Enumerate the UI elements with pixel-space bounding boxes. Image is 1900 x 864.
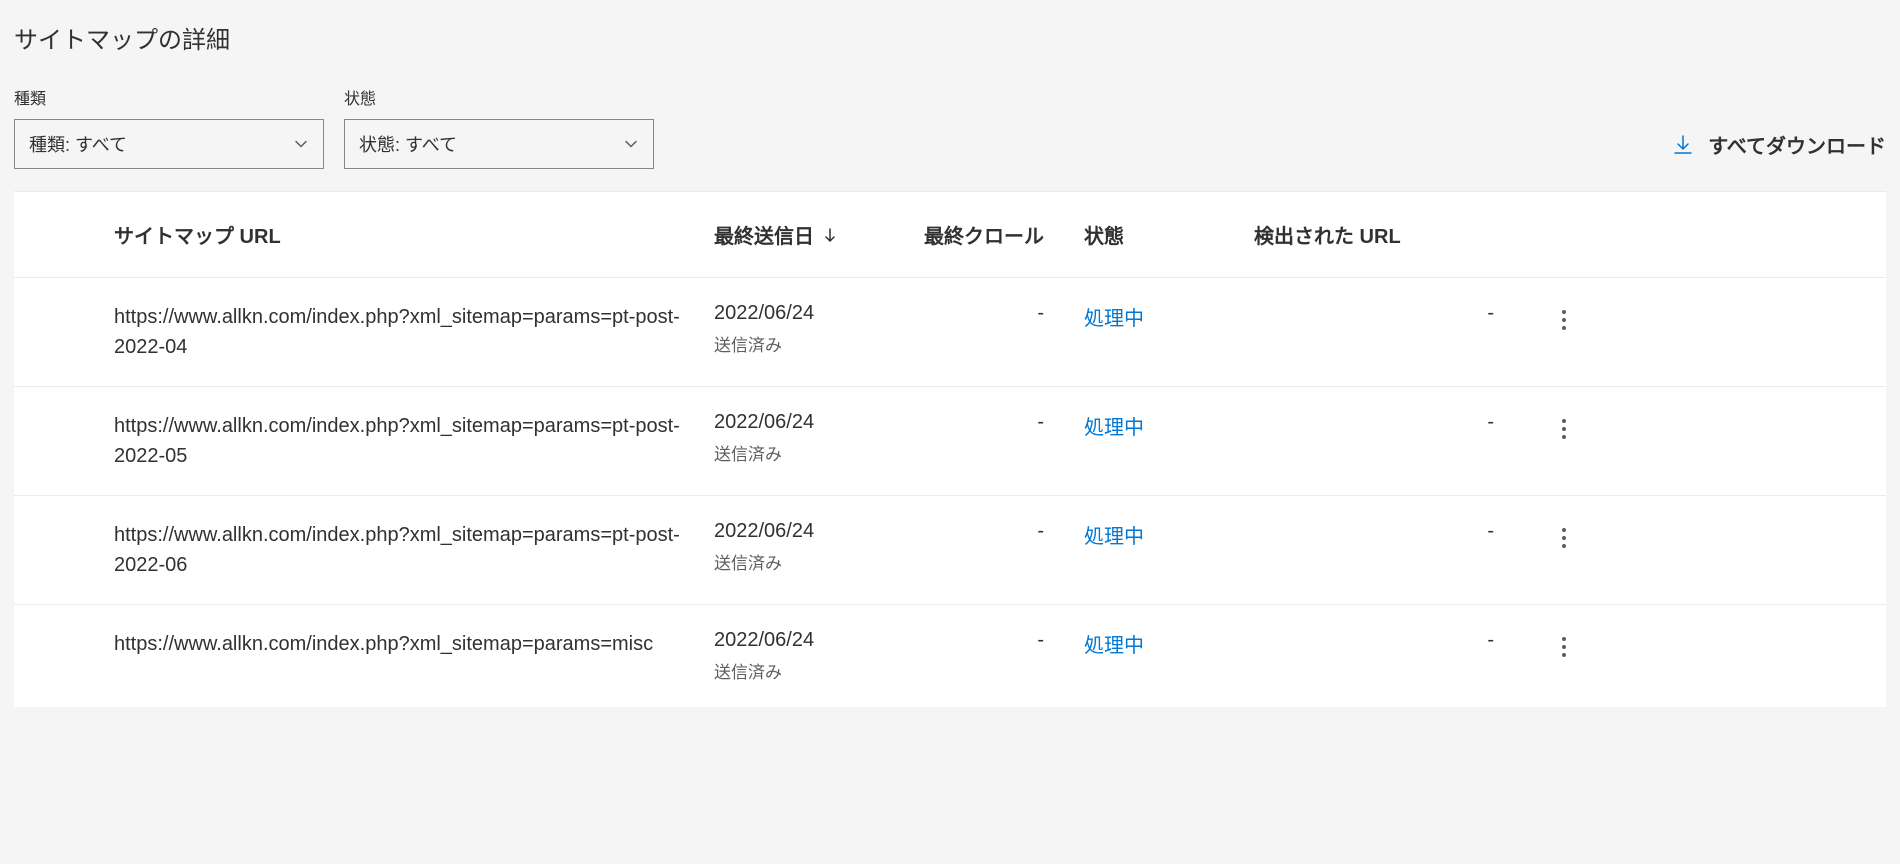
more-vertical-icon [1554, 411, 1574, 447]
detected-cell: - [1254, 629, 1534, 652]
table-row[interactable]: https://www.allkn.com/index.php?xml_site… [14, 496, 1886, 605]
filter-type-group: 種類 種類: すべて [14, 85, 324, 169]
download-icon [1672, 134, 1694, 156]
date-cell: 2022/06/24 送信済み [714, 629, 914, 683]
status-cell[interactable]: 処理中 [1084, 520, 1254, 549]
filters-row: 種類 種類: すべて 状態 状態: すべて すべてダウ [14, 85, 1886, 169]
date-value: 2022/06/24 [714, 629, 914, 652]
filter-status-group: 状態 状態: すべて [344, 85, 654, 169]
filter-status-dropdown[interactable]: 状態: すべて [344, 119, 654, 169]
status-cell[interactable]: 処理中 [1084, 411, 1254, 440]
sitemap-table: サイトマップ URL 最終送信日 最終クロール 状態 検出された URL htt… [14, 191, 1886, 707]
status-cell[interactable]: 処理中 [1084, 629, 1254, 658]
url-cell: https://www.allkn.com/index.php?xml_site… [114, 411, 714, 471]
url-cell: https://www.allkn.com/index.php?xml_site… [114, 302, 714, 362]
row-actions-button[interactable] [1534, 302, 1594, 338]
chevron-down-icon [623, 136, 639, 152]
crawl-cell: - [914, 629, 1084, 652]
sort-down-icon [822, 227, 838, 243]
header-url[interactable]: サイトマップ URL [114, 220, 714, 249]
filter-status-value: 状態: すべて [359, 131, 457, 157]
more-vertical-icon [1554, 302, 1574, 338]
date-value: 2022/06/24 [714, 411, 914, 434]
status-cell[interactable]: 処理中 [1084, 302, 1254, 331]
date-status: 送信済み [714, 658, 914, 683]
date-value: 2022/06/24 [714, 520, 914, 543]
download-all-button[interactable]: すべてダウンロード [1672, 120, 1886, 169]
filter-type-dropdown[interactable]: 種類: すべて [14, 119, 324, 169]
table-body: https://www.allkn.com/index.php?xml_site… [14, 278, 1886, 707]
date-status: 送信済み [714, 549, 914, 574]
filter-type-value: 種類: すべて [29, 131, 127, 157]
crawl-cell: - [914, 302, 1084, 325]
row-actions-button[interactable] [1534, 520, 1594, 556]
detected-cell: - [1254, 411, 1534, 434]
table-row[interactable]: https://www.allkn.com/index.php?xml_site… [14, 605, 1886, 707]
filter-type-label: 種類 [14, 85, 324, 109]
row-actions-button[interactable] [1534, 411, 1594, 447]
header-detected-urls[interactable]: 検出された URL [1254, 220, 1534, 249]
crawl-cell: - [914, 411, 1084, 434]
url-cell: https://www.allkn.com/index.php?xml_site… [114, 520, 714, 580]
date-status: 送信済み [714, 440, 914, 465]
page-title: サイトマップの詳細 [14, 20, 1886, 55]
header-status[interactable]: 状態 [1084, 220, 1254, 249]
filter-status-label: 状態 [344, 85, 654, 109]
date-cell: 2022/06/24 送信済み [714, 302, 914, 356]
table-row[interactable]: https://www.allkn.com/index.php?xml_site… [14, 278, 1886, 387]
more-vertical-icon [1554, 520, 1574, 556]
date-cell: 2022/06/24 送信済み [714, 520, 914, 574]
detected-cell: - [1254, 302, 1534, 325]
header-last-sent[interactable]: 最終送信日 [714, 220, 914, 249]
detected-cell: - [1254, 520, 1534, 543]
crawl-cell: - [914, 520, 1084, 543]
url-cell: https://www.allkn.com/index.php?xml_site… [114, 629, 714, 659]
header-last-crawl[interactable]: 最終クロール [914, 220, 1084, 249]
chevron-down-icon [293, 136, 309, 152]
table-row[interactable]: https://www.allkn.com/index.php?xml_site… [14, 387, 1886, 496]
date-value: 2022/06/24 [714, 302, 914, 325]
table-header: サイトマップ URL 最終送信日 最終クロール 状態 検出された URL [14, 192, 1886, 278]
date-cell: 2022/06/24 送信済み [714, 411, 914, 465]
date-status: 送信済み [714, 331, 914, 356]
row-actions-button[interactable] [1534, 629, 1594, 665]
more-vertical-icon [1554, 629, 1574, 665]
download-all-label: すべてダウンロード [1708, 130, 1886, 159]
